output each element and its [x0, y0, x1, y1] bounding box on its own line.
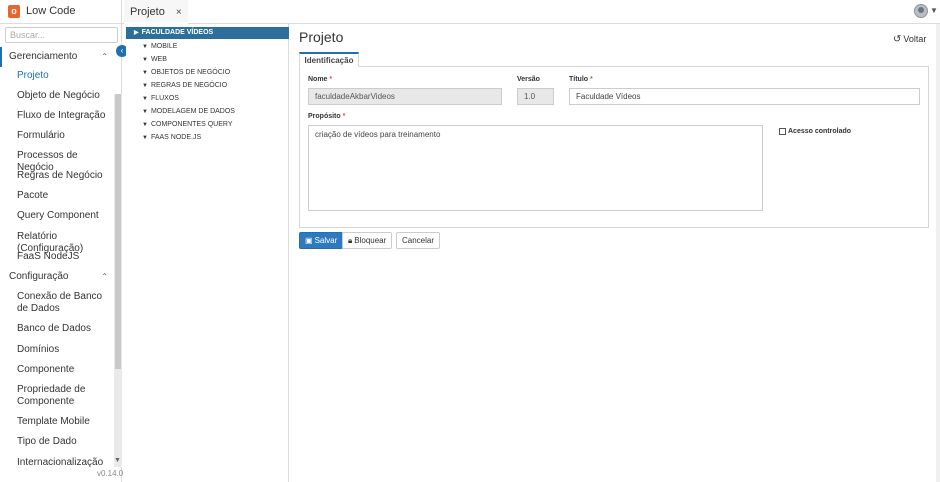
tree-node-faas[interactable]: ▼ FAAS NODE.JS: [142, 133, 201, 143]
save-button[interactable]: ▣ Salvar: [299, 232, 344, 249]
sidebar-item-propriedade-componente[interactable]: Propriedade de Componente: [17, 384, 113, 408]
sidebar-item-faas-nodejs[interactable]: FaaS NodeJS: [17, 251, 113, 263]
sidebar-item-conexao-banco[interactable]: Conexão de Banco de Dados: [17, 291, 113, 315]
main-scrollbar[interactable]: [936, 24, 940, 482]
tree-node-label: MOBILE: [150, 43, 178, 50]
tree-node-web[interactable]: ▼ WEB: [142, 55, 167, 65]
chevron-up-icon[interactable]: ⌃: [101, 267, 108, 287]
sidebar-item-tipo-de-dado[interactable]: Tipo de Dado: [17, 436, 113, 448]
caret-down-icon: ▼: [142, 109, 148, 115]
sidebar-item-banco-de-dados[interactable]: Banco de Dados: [17, 323, 113, 335]
nome-label: Nome *: [308, 76, 333, 83]
sidebar-item-componente[interactable]: Componente: [17, 364, 113, 376]
versao-field[interactable]: 1.0: [517, 88, 554, 105]
sidebar-group-gerenciamento[interactable]: Gerenciamento ⌃: [0, 47, 114, 67]
project-tree: ▶ FACULDADE VÍDEOS ▼ MOBILE ▼ WEB ▼ OBJETOS …: [126, 24, 289, 482]
sidebar-item-objeto-de-negocio[interactable]: Objeto de Negócio: [17, 90, 113, 102]
acesso-controlado-label: Acesso controlado: [788, 128, 852, 135]
caret-down-icon: ▼: [142, 44, 148, 50]
proposito-label: Propósito *: [308, 113, 346, 120]
search-input[interactable]: [5, 27, 118, 43]
sidebar-item-projeto[interactable]: Projeto: [17, 70, 113, 82]
tree-node-label: FAAS NODE.JS: [150, 134, 202, 141]
caret-down-icon: ▼: [142, 83, 148, 89]
sidebar: Gerenciamento ⌃ Projeto Objeto de Negóci…: [0, 24, 124, 482]
app-title: Low Code: [26, 5, 76, 17]
tree-root-label: FACULDADE VÍDEOS: [141, 29, 214, 36]
sidebar-item-fluxo-de-integracao[interactable]: Fluxo de Integração: [17, 110, 113, 122]
tree-node-objetos[interactable]: ▼ OBJETOS DE NEGÓCIO: [142, 68, 230, 78]
tab-label: Projeto: [130, 6, 165, 18]
caret-right-icon: ▶: [134, 30, 139, 36]
tree-node-componentes-query[interactable]: ▼ COMPONENTES QUERY: [142, 120, 233, 130]
cancel-button[interactable]: Cancelar: [396, 232, 441, 249]
sidebar-item-query-component[interactable]: Query Component: [17, 210, 113, 222]
caret-down-icon: ▼: [142, 57, 148, 63]
lock-button[interactable]: 🔒︎ Bloquear: [342, 232, 393, 249]
tree-node-label: FLUXOS: [150, 95, 179, 102]
sidebar-group-label: Gerenciamento: [9, 51, 78, 62]
tree-node-label: MODELAGEM DE DADOS: [150, 108, 235, 115]
scroll-down-icon[interactable]: ▼: [114, 457, 121, 464]
sidebar-item-regras-de-negocio[interactable]: Regras de Negócio: [17, 170, 113, 182]
titulo-label: Título *: [569, 76, 593, 83]
top-bar: o Low Code Projeto × ▼: [0, 0, 940, 24]
close-icon[interactable]: ×: [176, 7, 182, 18]
tree-node-fluxos[interactable]: ▼ FLUXOS: [142, 94, 179, 104]
sidebar-item-internacionalizacao[interactable]: Internacionalização: [17, 457, 113, 469]
tree-node-label: REGRAS DE NEGÓCIO: [150, 82, 228, 89]
sidebar-item-template-mobile[interactable]: Template Mobile: [17, 416, 113, 428]
undo-icon: ↺: [893, 34, 902, 45]
proposito-textarea[interactable]: criação de vídeos para treinamento: [308, 125, 763, 211]
back-button[interactable]: ↺ Voltar: [893, 34, 926, 45]
acesso-controlado-checkbox[interactable]: [779, 128, 786, 135]
tree-node-regras[interactable]: ▼ REGRAS DE NEGÓCIO: [142, 81, 227, 91]
chevron-down-icon[interactable]: ▼: [930, 6, 938, 15]
sidebar-item-pacote[interactable]: Pacote: [17, 190, 113, 202]
tree-node-label: COMPONENTES QUERY: [150, 121, 233, 128]
app-version: v0.14.0: [97, 469, 124, 478]
save-icon: ▣: [305, 236, 313, 245]
titulo-field[interactable]: Faculdade Vídeos: [569, 88, 920, 105]
lock-icon: 🔒︎: [348, 236, 353, 245]
tree-node-modelagem[interactable]: ▼ MODELAGEM DE DADOS: [142, 107, 235, 117]
chevron-up-icon[interactable]: ⌃: [101, 47, 108, 67]
sidebar-scrollbar-thumb[interactable]: [115, 94, 121, 369]
sidebar-group-label: Configuração: [9, 271, 69, 282]
tab-divider: [121, 0, 122, 24]
tree-node-mobile[interactable]: ▼ MOBILE: [142, 42, 177, 52]
sidebar-group-configuracao[interactable]: Configuração ⌃: [0, 267, 114, 287]
sidebar-item-dominios[interactable]: Domínios: [17, 344, 113, 356]
caret-down-icon: ▼: [142, 96, 148, 102]
tree-root-node[interactable]: ▶ FACULDADE VÍDEOS: [126, 27, 289, 39]
user-avatar[interactable]: [914, 4, 928, 18]
caret-down-icon: ▼: [142, 70, 148, 76]
caret-down-icon: ▼: [142, 122, 148, 128]
nome-field[interactable]: faculdadeAkbarVideos: [308, 88, 502, 105]
sidebar-item-formulario[interactable]: Formulário: [17, 130, 113, 142]
app-logo: o: [8, 5, 20, 18]
versao-label: Versão: [517, 76, 540, 83]
back-label: Voltar: [903, 34, 927, 44]
page-title: Projeto: [299, 29, 344, 45]
tab-projeto[interactable]: Projeto ×: [124, 0, 188, 24]
tree-node-label: OBJETOS DE NEGÓCIO: [150, 69, 231, 76]
main-content: Projeto ↺ Voltar Identificação Nome * fac…: [290, 24, 940, 482]
caret-down-icon: ▼: [142, 135, 148, 141]
tree-node-label: WEB: [150, 56, 167, 63]
tab-identificacao[interactable]: Identificação: [299, 52, 359, 67]
